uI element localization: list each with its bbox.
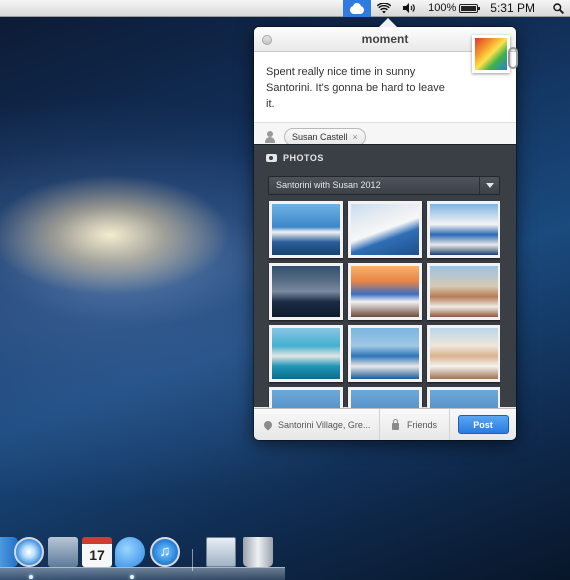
paperclip-icon: [508, 47, 518, 69]
location-text: Santorini Village, Gre...: [278, 419, 371, 430]
wifi-menu[interactable]: [371, 0, 397, 17]
location-field[interactable]: Santorini Village, Gre...: [254, 409, 380, 440]
messages-icon[interactable]: [115, 537, 145, 567]
photo-image: [272, 204, 340, 255]
wifi-icon: [377, 2, 392, 13]
battery-menu[interactable]: 100%: [422, 0, 484, 17]
photo-thumbnail[interactable]: [427, 263, 500, 320]
photo-image: [351, 390, 419, 408]
dock-separator: [192, 549, 193, 571]
photo-image: [351, 328, 419, 379]
photo-thumbnail[interactable]: [348, 201, 422, 258]
remove-tag-icon[interactable]: ×: [353, 132, 358, 142]
photo-image: [430, 328, 498, 379]
person-tag-name: Susan Castell: [292, 132, 348, 142]
mail-icon[interactable]: [48, 537, 78, 567]
menu-bar: 100% 5:31 PM: [0, 0, 570, 17]
photo-image: [430, 266, 498, 317]
photo-grid: [268, 201, 500, 408]
moment-popover: moment Spent really nice time in sunny S…: [254, 27, 518, 440]
cloud-icon: [349, 2, 365, 14]
photos-header: PHOTOS: [254, 145, 516, 171]
thumbnail-image: [475, 38, 507, 70]
post-button[interactable]: Post: [457, 415, 509, 434]
trash-icon[interactable]: [243, 537, 273, 567]
volume-menu[interactable]: [397, 0, 422, 17]
privacy-text: Friends: [407, 419, 438, 430]
message-text[interactable]: Spent really nice time in sunny Santorin…: [266, 64, 456, 112]
photo-thumbnail[interactable]: [427, 201, 500, 258]
dock-shelf: [0, 567, 285, 580]
spotlight-button[interactable]: [547, 0, 570, 17]
location-pin-icon: [262, 418, 274, 431]
person-icon: [264, 131, 276, 143]
photo-thumbnail[interactable]: [269, 201, 343, 258]
dock: 17: [0, 537, 285, 580]
itunes-icon[interactable]: [150, 537, 180, 567]
photo-thumbnail[interactable]: [348, 325, 422, 382]
photo-image: [430, 204, 498, 255]
photo-image: [351, 266, 419, 317]
speaker-icon: [403, 3, 415, 13]
running-indicator: [29, 575, 33, 579]
photo-image: [272, 390, 340, 408]
photo-thumbnail[interactable]: [427, 325, 500, 382]
calendar-icon[interactable]: 17: [82, 537, 112, 567]
attached-photo-thumbnail[interactable]: [472, 35, 510, 73]
photo-thumbnail[interactable]: [348, 387, 422, 408]
privacy-selector[interactable]: Friends: [380, 409, 450, 440]
battery-icon: [459, 3, 481, 13]
photo-thumbnail[interactable]: [348, 263, 422, 320]
photos-heading: PHOTOS: [283, 153, 324, 163]
popover-arrow: [379, 18, 397, 27]
photo-thumbnail[interactable]: [269, 387, 343, 408]
safari-icon[interactable]: [14, 537, 44, 567]
battery-percent: 100%: [428, 2, 457, 14]
camera-icon: [266, 154, 277, 162]
album-select[interactable]: Santorini with Susan 2012: [268, 176, 500, 195]
close-button[interactable]: [262, 35, 272, 45]
photos-panel: PHOTOS Santorini with Susan 2012: [254, 144, 516, 408]
clock-time: 5:31 PM: [490, 1, 535, 15]
photo-image: [272, 328, 340, 379]
chevron-down-icon[interactable]: [479, 177, 499, 194]
folder-stack-icon[interactable]: [206, 537, 236, 567]
popover-footer: Santorini Village, Gre... Friends Post: [254, 408, 516, 440]
photo-image: [430, 390, 498, 408]
photo-image: [272, 266, 340, 317]
photo-thumbnail[interactable]: [269, 325, 343, 382]
running-indicator: [130, 575, 134, 579]
moment-menubar-item[interactable]: [343, 0, 372, 17]
photo-thumbnail[interactable]: [427, 387, 500, 408]
clock[interactable]: 5:31 PM: [484, 0, 547, 17]
photo-image: [351, 204, 419, 255]
app-title: moment: [361, 32, 409, 46]
lock-icon: [392, 418, 399, 430]
album-select-value: Santorini with Susan 2012: [276, 180, 381, 190]
post-area: Post: [450, 409, 516, 440]
search-icon: [553, 2, 564, 14]
photo-thumbnail[interactable]: [269, 263, 343, 320]
